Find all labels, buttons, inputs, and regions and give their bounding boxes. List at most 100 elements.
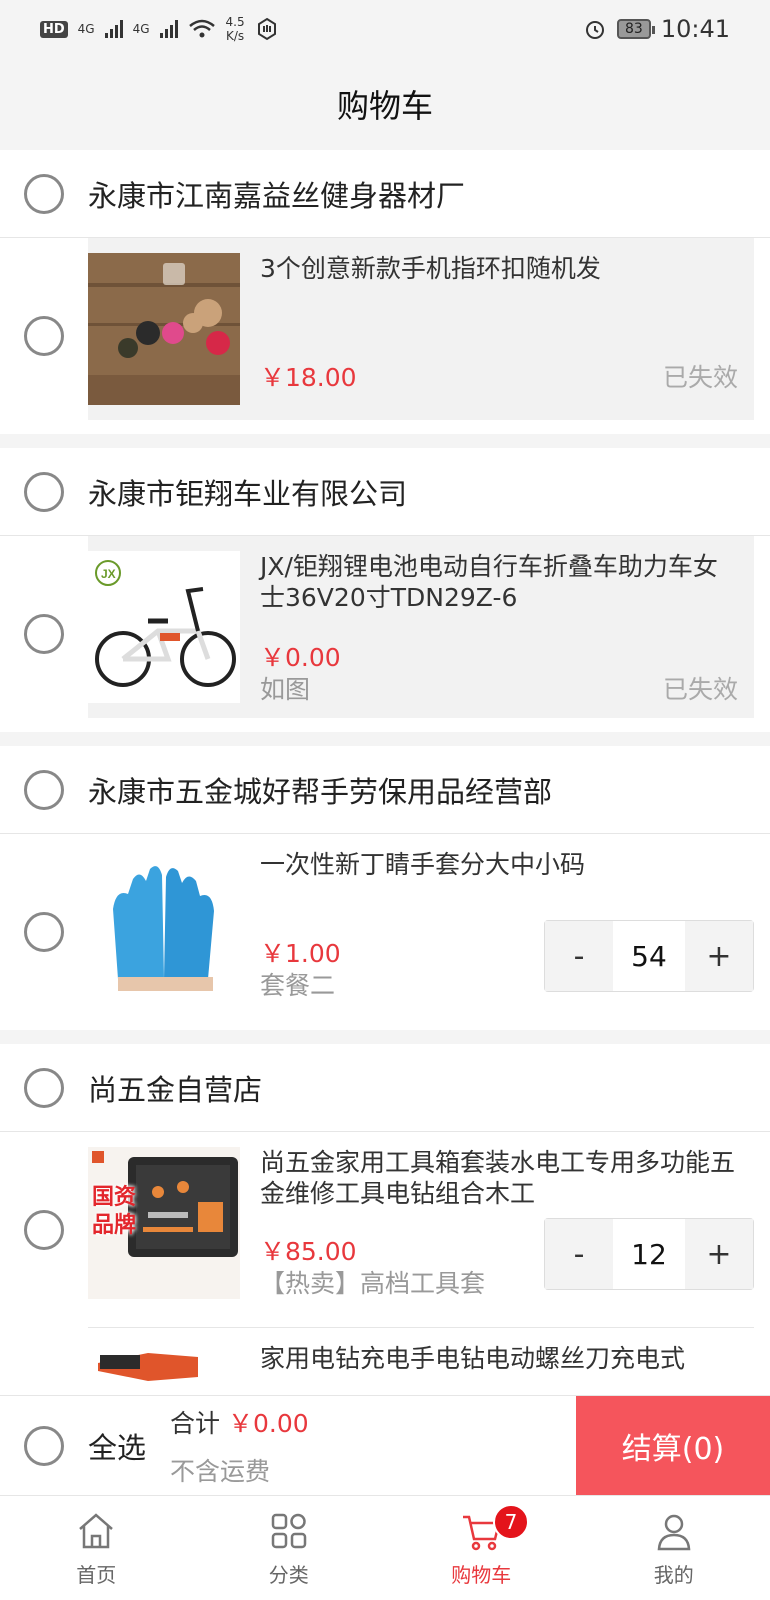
tab-me[interactable]: 我的 [578, 1496, 770, 1600]
shop-header: 永康市五金城好帮手劳保用品经营部 [0, 746, 770, 834]
shop-group: 永康市江南嘉益丝健身器材厂 3个创意新款手机指环扣随机发 ￥18.00 已失效 [0, 150, 770, 434]
item-select-radio[interactable] [24, 912, 64, 952]
increment-button[interactable]: + [685, 1219, 753, 1289]
net-speed: 4.5 K/s [226, 15, 245, 43]
alarm-icon [586, 21, 604, 39]
select-all-label[interactable]: 全选 [88, 1425, 146, 1467]
product-price: ￥18.00 [260, 363, 357, 392]
item-info: 一次性新丁睛手套分大中小码 ￥1.00 套餐二 - 54 + [240, 834, 754, 1016]
product-spec: 如图 [260, 675, 311, 704]
quantity-value[interactable]: 54 [613, 921, 685, 991]
invalid-tag: 已失效 [662, 675, 738, 704]
item-info: 家用电钻充电手电钻电动螺丝刀充电式 [240, 1328, 754, 1395]
item-card[interactable]: 一次性新丁睛手套分大中小码 ￥1.00 套餐二 - 54 + [88, 834, 754, 1016]
shop-group: 永康市钜翔车业有限公司 JX JX/钜翔锂电池电动自行车折叠车助力车女士36V2… [0, 448, 770, 732]
product-title[interactable]: 3个创意新款手机指环扣随机发 [260, 253, 754, 284]
decrement-button[interactable]: - [545, 1219, 613, 1289]
shop-select-radio[interactable] [24, 769, 64, 810]
product-spec: 【热卖】高档工具套 [260, 1269, 486, 1298]
item-info: JX/钜翔锂电池电动自行车折叠车助力车女士36V20寸TDN29Z-6 ￥0.0… [240, 536, 754, 718]
item-card[interactable]: JX JX/钜翔锂电池电动自行车折叠车助力车女士36V20寸TDN29Z-6 ￥… [88, 536, 754, 718]
hand-icon [257, 17, 276, 41]
shop-select-radio[interactable] [24, 173, 64, 214]
totals: 合计 ￥0.00 不含运费 [170, 1404, 309, 1488]
select-all-radio[interactable] [24, 1425, 64, 1466]
product-price: ￥1.00 [260, 939, 341, 968]
product-price: ￥85.00 [260, 1237, 357, 1266]
item-info: 3个创意新款手机指环扣随机发 ￥18.00 已失效 [240, 238, 754, 420]
product-image[interactable] [88, 849, 240, 1001]
decrement-button[interactable]: - [545, 921, 613, 991]
net-speed-value: 4.5 [225, 15, 245, 29]
item-select-radio [24, 316, 64, 356]
total-line: 合计 ￥0.00 [170, 1404, 309, 1440]
tab-home[interactable]: 首页 [0, 1496, 193, 1600]
shop-group: 尚五金自营店 国资品牌 尚五金家用工具箱套装水电工专用多功能五金维修工具电钻组合… [0, 1044, 770, 1395]
product-image[interactable]: JX [88, 551, 240, 703]
item-card[interactable]: 家用电钻充电手电钻电动螺丝刀充电式 [88, 1328, 754, 1395]
product-image[interactable]: 国资品牌 [88, 1147, 240, 1299]
shipping-note: 不含运费 [170, 1456, 271, 1486]
clock: 10:41 [660, 15, 730, 43]
cart-item[interactable]: JX JX/钜翔锂电池电动自行车折叠车助力车女士36V20寸TDN29Z-6 ￥… [0, 536, 770, 732]
product-title[interactable]: 尚五金家用工具箱套装水电工专用多功能五金维修工具电钻组合木工 [260, 1147, 754, 1209]
shop-name[interactable]: 尚五金自营店 [88, 1067, 262, 1109]
status-bar: HD 4G 4G 4.5 K/s 83 10:41 [0, 0, 770, 58]
tab-home-label: 首页 [76, 1562, 117, 1587]
battery-icon: 83 [617, 19, 655, 39]
checkout-button[interactable]: 结算(0) [576, 1395, 770, 1496]
page-title: 购物车 [336, 87, 433, 125]
cart-item[interactable]: 3个创意新款手机指环扣随机发 ￥18.00 已失效 [0, 238, 770, 434]
product-image[interactable] [88, 1343, 240, 1395]
shop-select-radio[interactable] [24, 1067, 64, 1108]
item-card[interactable]: 3个创意新款手机指环扣随机发 ￥18.00 已失效 [88, 238, 754, 420]
quantity-stepper: - 54 + [544, 920, 754, 992]
increment-button[interactable]: + [685, 921, 753, 991]
wifi-icon [188, 19, 215, 38]
product-spec: 套餐二 [260, 971, 336, 1000]
status-left: HD 4G 4G 4.5 K/s [40, 15, 279, 43]
quantity-value[interactable]: 12 [613, 1219, 685, 1289]
signal-icon-2 [159, 20, 178, 38]
item-select-radio[interactable] [24, 1210, 64, 1250]
shop-group: 永康市五金城好帮手劳保用品经营部 一次性新丁睛手套分大中小码 ￥1.00 套餐二 [0, 746, 770, 1030]
tab-category[interactable]: 分类 [193, 1496, 386, 1600]
item-select-radio [24, 614, 64, 654]
shop-select-radio[interactable] [24, 471, 64, 512]
status-right: 83 10:41 [583, 15, 730, 43]
cart-badge: 7 [493, 1504, 529, 1540]
bottom-tab-bar: 首页 分类 购物车 7 我的 [0, 1495, 770, 1600]
invalid-tag: 已失效 [662, 363, 738, 392]
cart-item[interactable]: 家用电钻充电手电钻电动螺丝刀充电式 [0, 1328, 770, 1395]
svg-text:JX: JX [101, 567, 116, 581]
product-title[interactable]: 一次性新丁睛手套分大中小码 [260, 849, 754, 880]
product-image[interactable] [88, 253, 240, 405]
shop-header: 永康市钜翔车业有限公司 [0, 448, 770, 536]
quantity-stepper: - 12 + [544, 1218, 754, 1290]
product-title[interactable]: JX/钜翔锂电池电动自行车折叠车助力车女士36V20寸TDN29Z-6 [260, 551, 754, 613]
tab-cart-label: 购物车 [451, 1562, 512, 1587]
cart-item[interactable]: 国资品牌 尚五金家用工具箱套装水电工专用多功能五金维修工具电钻组合木工 ￥85.… [0, 1132, 770, 1328]
hd-indicator: HD [40, 20, 68, 38]
shop-header: 尚五金自营店 [0, 1044, 770, 1132]
checkout-bar: 全选 合计 ￥0.00 不含运费 结算(0) [0, 1395, 770, 1496]
category-icon [271, 1513, 306, 1548]
tab-cart[interactable]: 购物车 7 [385, 1496, 578, 1600]
item-info: 尚五金家用工具箱套装水电工专用多功能五金维修工具电钻组合木工 ￥85.00 【热… [240, 1132, 754, 1314]
user-icon [657, 1514, 691, 1550]
cart-item[interactable]: 一次性新丁睛手套分大中小码 ￥1.00 套餐二 - 54 + [0, 834, 770, 1030]
shop-name[interactable]: 永康市五金城好帮手劳保用品经营部 [88, 769, 552, 811]
product-title[interactable]: 家用电钻充电手电钻电动螺丝刀充电式 [260, 1343, 754, 1374]
shop-name[interactable]: 永康市江南嘉益丝健身器材厂 [88, 173, 465, 215]
item-card[interactable]: 国资品牌 尚五金家用工具箱套装水电工专用多功能五金维修工具电钻组合木工 ￥85.… [88, 1132, 754, 1314]
product-image-caption: 国资品牌 [92, 1184, 137, 1237]
tab-me-label: 我的 [653, 1562, 694, 1587]
shop-header: 永康市江南嘉益丝健身器材厂 [0, 150, 770, 238]
total-amount: ￥0.00 [227, 1408, 309, 1438]
total-label: 合计 [170, 1408, 221, 1438]
home-icon [79, 1512, 114, 1548]
shop-name[interactable]: 永康市钜翔车业有限公司 [88, 471, 407, 513]
network-type-1: 4G [77, 22, 95, 36]
cart-list[interactable]: 永康市江南嘉益丝健身器材厂 3个创意新款手机指环扣随机发 ￥18.00 已失效 … [0, 150, 770, 1395]
network-type-2: 4G [132, 22, 150, 36]
